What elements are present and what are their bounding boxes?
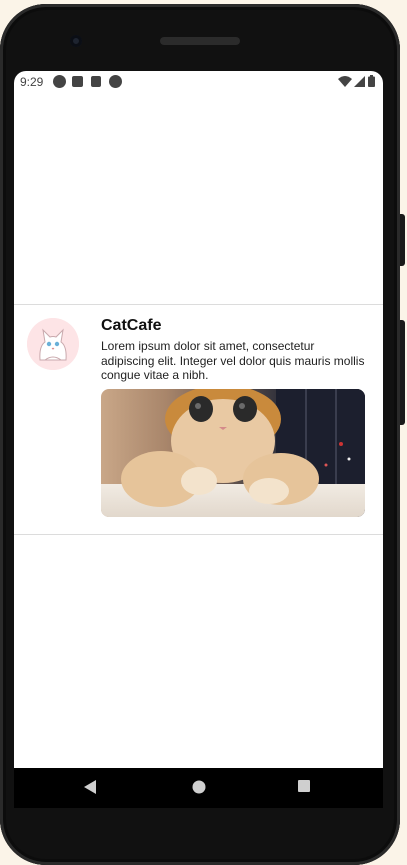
sd-card-icon: [91, 76, 101, 87]
status-bar: 9:29: [14, 71, 383, 93]
signal-icon: [354, 76, 365, 87]
app-screen: 9:29 CatCafe Lorem ipsum dolor sit amet,…: [14, 71, 383, 768]
post-text: Lorem ipsum dolor sit amet, consectetur …: [101, 339, 365, 382]
post-card[interactable]: CatCafe Lorem ipsum dolor sit amet, cons…: [14, 304, 383, 535]
volume-button: [400, 320, 405, 425]
notification-icon: [53, 75, 66, 88]
sync-icon: [109, 75, 122, 88]
status-time: 9:29: [20, 75, 44, 89]
earpiece-speaker: [160, 37, 240, 45]
wifi-icon: [338, 76, 352, 87]
a-icon: [72, 76, 83, 87]
back-icon[interactable]: [84, 780, 96, 794]
battery-icon: [368, 75, 375, 87]
home-icon[interactable]: [192, 780, 206, 794]
recents-icon[interactable]: [298, 780, 310, 792]
cat-avatar-icon[interactable]: [27, 318, 79, 370]
front-camera: [70, 35, 82, 47]
power-button: [400, 214, 405, 266]
cat-photo[interactable]: [101, 389, 365, 517]
post-author: CatCafe: [101, 317, 162, 334]
android-nav-bar: [14, 768, 383, 808]
